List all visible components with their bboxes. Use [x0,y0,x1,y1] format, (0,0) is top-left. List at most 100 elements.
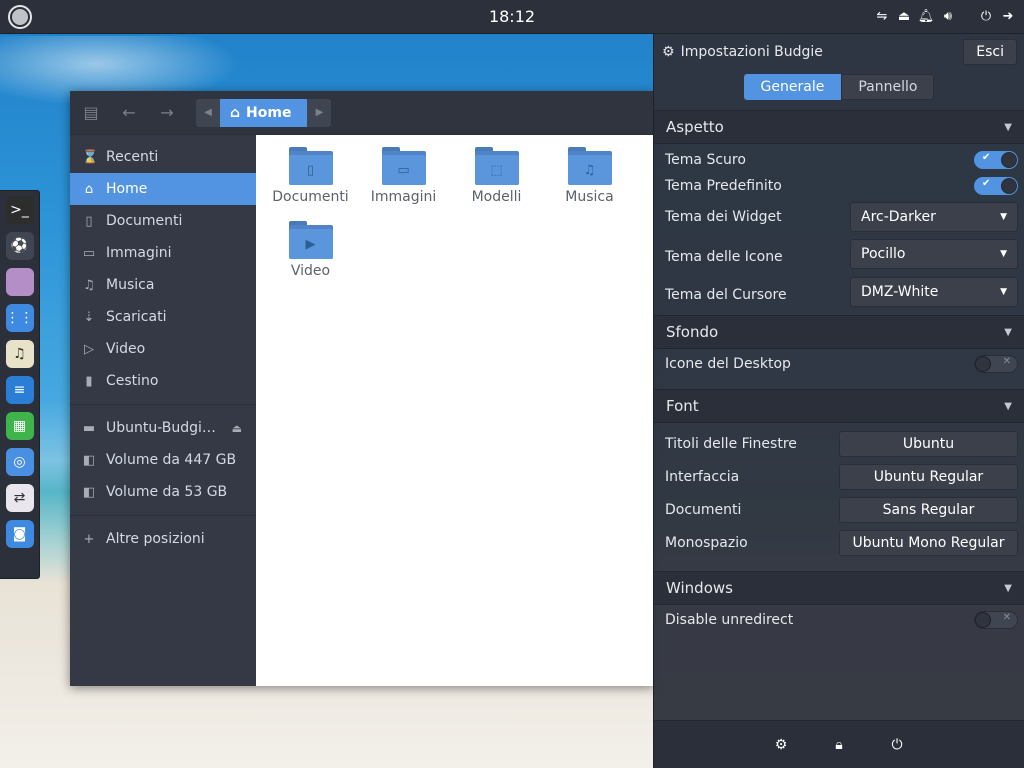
volume-icon[interactable]: 🔊︎ [940,9,956,25]
sidebar-item-place[interactable]: ▭ Immagini [70,237,256,269]
sidebar-item-device[interactable]: ◧ Volume da 53 GB [70,476,256,508]
section-header-sfondo[interactable]: Sfondo ▼ [654,315,1024,349]
writer-icon[interactable]: ≡ [5,376,34,404]
dark-theme-toggle[interactable]: ✔ [974,151,1018,169]
power-icon[interactable]: ⏻ [978,9,994,25]
dropdown-value: DMZ-White [861,284,939,300]
raven-toggle-icon[interactable]: ➜ [1000,9,1016,25]
check-icon: ✔ [982,178,991,189]
lock-icon[interactable]: 🔒︎ [830,736,848,754]
plank-dock: >_ ⚽ ⋮⋮ ♫ ≡ ▦ ◎ ⇄ ◙ [0,190,40,579]
path-left-chevron-icon[interactable]: ◀ [196,99,220,127]
font-picker-button[interactable]: Ubuntu Regular [839,463,1018,490]
dropdown-arrow-icon: ▼ [1000,249,1007,259]
settings-gear-icon[interactable]: ⚙ [772,736,790,754]
path-crumb-home[interactable]: ⌂ Home [220,98,308,127]
network-icon[interactable]: ⇋ [874,9,890,25]
folder-item[interactable]: ⬚ Modelli [450,143,543,217]
font-picker-button[interactable]: Ubuntu Mono Regular [839,529,1018,556]
unredirect-toggle[interactable]: ✕ [974,611,1018,629]
widget-theme-dropdown[interactable]: Arc-Darker ▼ [850,202,1018,232]
sidebar-item-place[interactable]: ⌛ Recenti [70,141,256,173]
power-icon[interactable]: ⏻ [888,736,906,754]
dropdown-arrow-icon: ▼ [1000,287,1007,297]
download-icon: ⇣ [83,309,95,325]
sidebar-item-label: Ubuntu-Budgi… [106,420,216,436]
calc-icon[interactable]: ▦ [5,412,34,440]
sidebar-item-device[interactable]: ◧ Volume da 447 GB [70,444,256,476]
tab-pannello[interactable]: Pannello [841,74,935,100]
tab-generale[interactable]: Generale [743,74,842,100]
sidebar-item-place[interactable]: ⇣ Scaricati [70,301,256,333]
removable-drive-icon[interactable]: ⏏ [896,9,912,25]
folder-item[interactable]: ♫ Musica [543,143,636,217]
clock-icon: ⌛ [82,149,99,165]
section-header-aspetto[interactable]: Aspetto ▼ [654,110,1024,144]
icon-theme-dropdown[interactable]: Pocillo ▼ [850,239,1018,269]
folder-label: Documenti [272,189,349,205]
folder-item[interactable]: ▶ Video [264,217,357,291]
default-theme-toggle[interactable]: ✔ [974,177,1018,195]
folder-icon: ♫ [567,147,612,185]
top-panel: 18:12 ⇋ ⏏ 🔔︎ 🔊︎ ⏻ ➜ [0,0,1024,34]
setting-label: Tema Predefinito [665,178,782,194]
setting-label: Documenti [665,501,742,518]
cursor-theme-dropdown[interactable]: DMZ-White ▼ [850,277,1018,307]
setting-label: Tema dei Widget [665,209,782,225]
trash-icon: ▮ [85,373,93,389]
setting-row-icon-theme: Tema delle Icone Pocillo ▼ [654,235,1024,273]
setting-label: Tema delle Icone [665,249,783,265]
setting-label: Icone del Desktop [665,356,791,372]
desktop-icons-toggle[interactable]: ✕ [974,355,1018,373]
budgie-menu-button[interactable] [8,4,32,29]
file-view[interactable]: ▯ Documenti ▭ Immagini ⬚ Modelli ♫ Musica ▶ Video [256,135,654,686]
files-headerbar: ▤ ← → ◀ ⌂ Home ▶ [70,91,654,135]
sidebar-item-place[interactable]: ▯ Documenti [70,205,256,237]
sidebar-item-place[interactable]: ♫ Musica [70,269,256,301]
section-header-font[interactable]: Font ▼ [654,389,1024,423]
settings-toggles-icon[interactable]: ⇄ [5,484,34,512]
setting-label: Tema Scuro [665,152,746,168]
notifications-bell-icon[interactable]: 🔔︎ [918,9,935,25]
places-sidebar: ⌛ Recenti ⌂ Home ▯ Documenti ▭ Immagini ♫ Musica ⇣… [70,135,256,686]
path-crumb-label: Home [246,104,292,121]
folder-label: Musica [565,189,614,205]
soccer-ball-icon[interactable]: ⚽ [5,232,34,260]
font-picker-button[interactable]: Ubuntu [839,430,1018,457]
files-icon[interactable] [5,268,34,296]
sidebar-item-label: Volume da 447 GB [106,452,237,468]
home-icon: ⌂ [230,104,241,121]
section-header-windows[interactable]: Windows ▼ [654,571,1024,605]
setting-row-cursor-theme: Tema del Cursore DMZ-White ▼ [654,273,1024,311]
font-picker-button[interactable]: Sans Regular [839,496,1018,523]
setting-row-font: Interfaccia Ubuntu Regular [654,460,1024,493]
sidebar-item-label: Home [106,181,148,197]
sidebar-item-place[interactable]: ▮ Cestino [70,365,256,397]
chevron-down-icon: ▼ [1004,121,1012,133]
gear-icon: ⚙ [662,44,675,60]
back-arrow-icon[interactable]: ← [116,100,142,126]
esci-button[interactable]: Esci [963,39,1017,65]
folder-item[interactable]: ▯ Documenti [264,143,357,217]
app-grid-icon[interactable]: ⋮⋮ [5,304,34,332]
sidebar-item-device[interactable]: ▬ Ubuntu-Budgi… ⏏ [70,412,256,444]
folder-label: Immagini [370,189,437,205]
path-right-chevron-icon[interactable]: ▶ [307,99,331,127]
sidebar-item-other-locations[interactable]: + Altre posizioni [70,523,256,555]
sidebar-item-place[interactable]: ▷ Video [70,333,256,365]
chrome-icon[interactable]: ◎ [5,448,34,476]
panel-clock[interactable]: 18:12 [489,7,535,26]
budgie-menu-icon [12,8,28,25]
forward-arrow-icon[interactable]: → [154,100,180,126]
cross-icon: ✕ [1002,356,1011,367]
eject-icon[interactable]: ⏏ [232,422,242,435]
section-title: Windows [666,579,733,597]
terminal-icon[interactable]: >_ [5,196,34,224]
music-icon[interactable]: ♫ [5,340,34,368]
sidebar-toggle-icon[interactable]: ▤ [78,100,104,126]
font-rows: Titoli delle Finestre Ubuntu Interfaccia Ub… [654,423,1024,559]
sidebar-item-label: Altre posizioni [106,531,205,547]
folder-item[interactable]: ▭ Immagini [357,143,450,217]
screenshot-icon[interactable]: ◙ [5,520,34,548]
sidebar-item-place[interactable]: ⌂ Home [70,173,256,205]
